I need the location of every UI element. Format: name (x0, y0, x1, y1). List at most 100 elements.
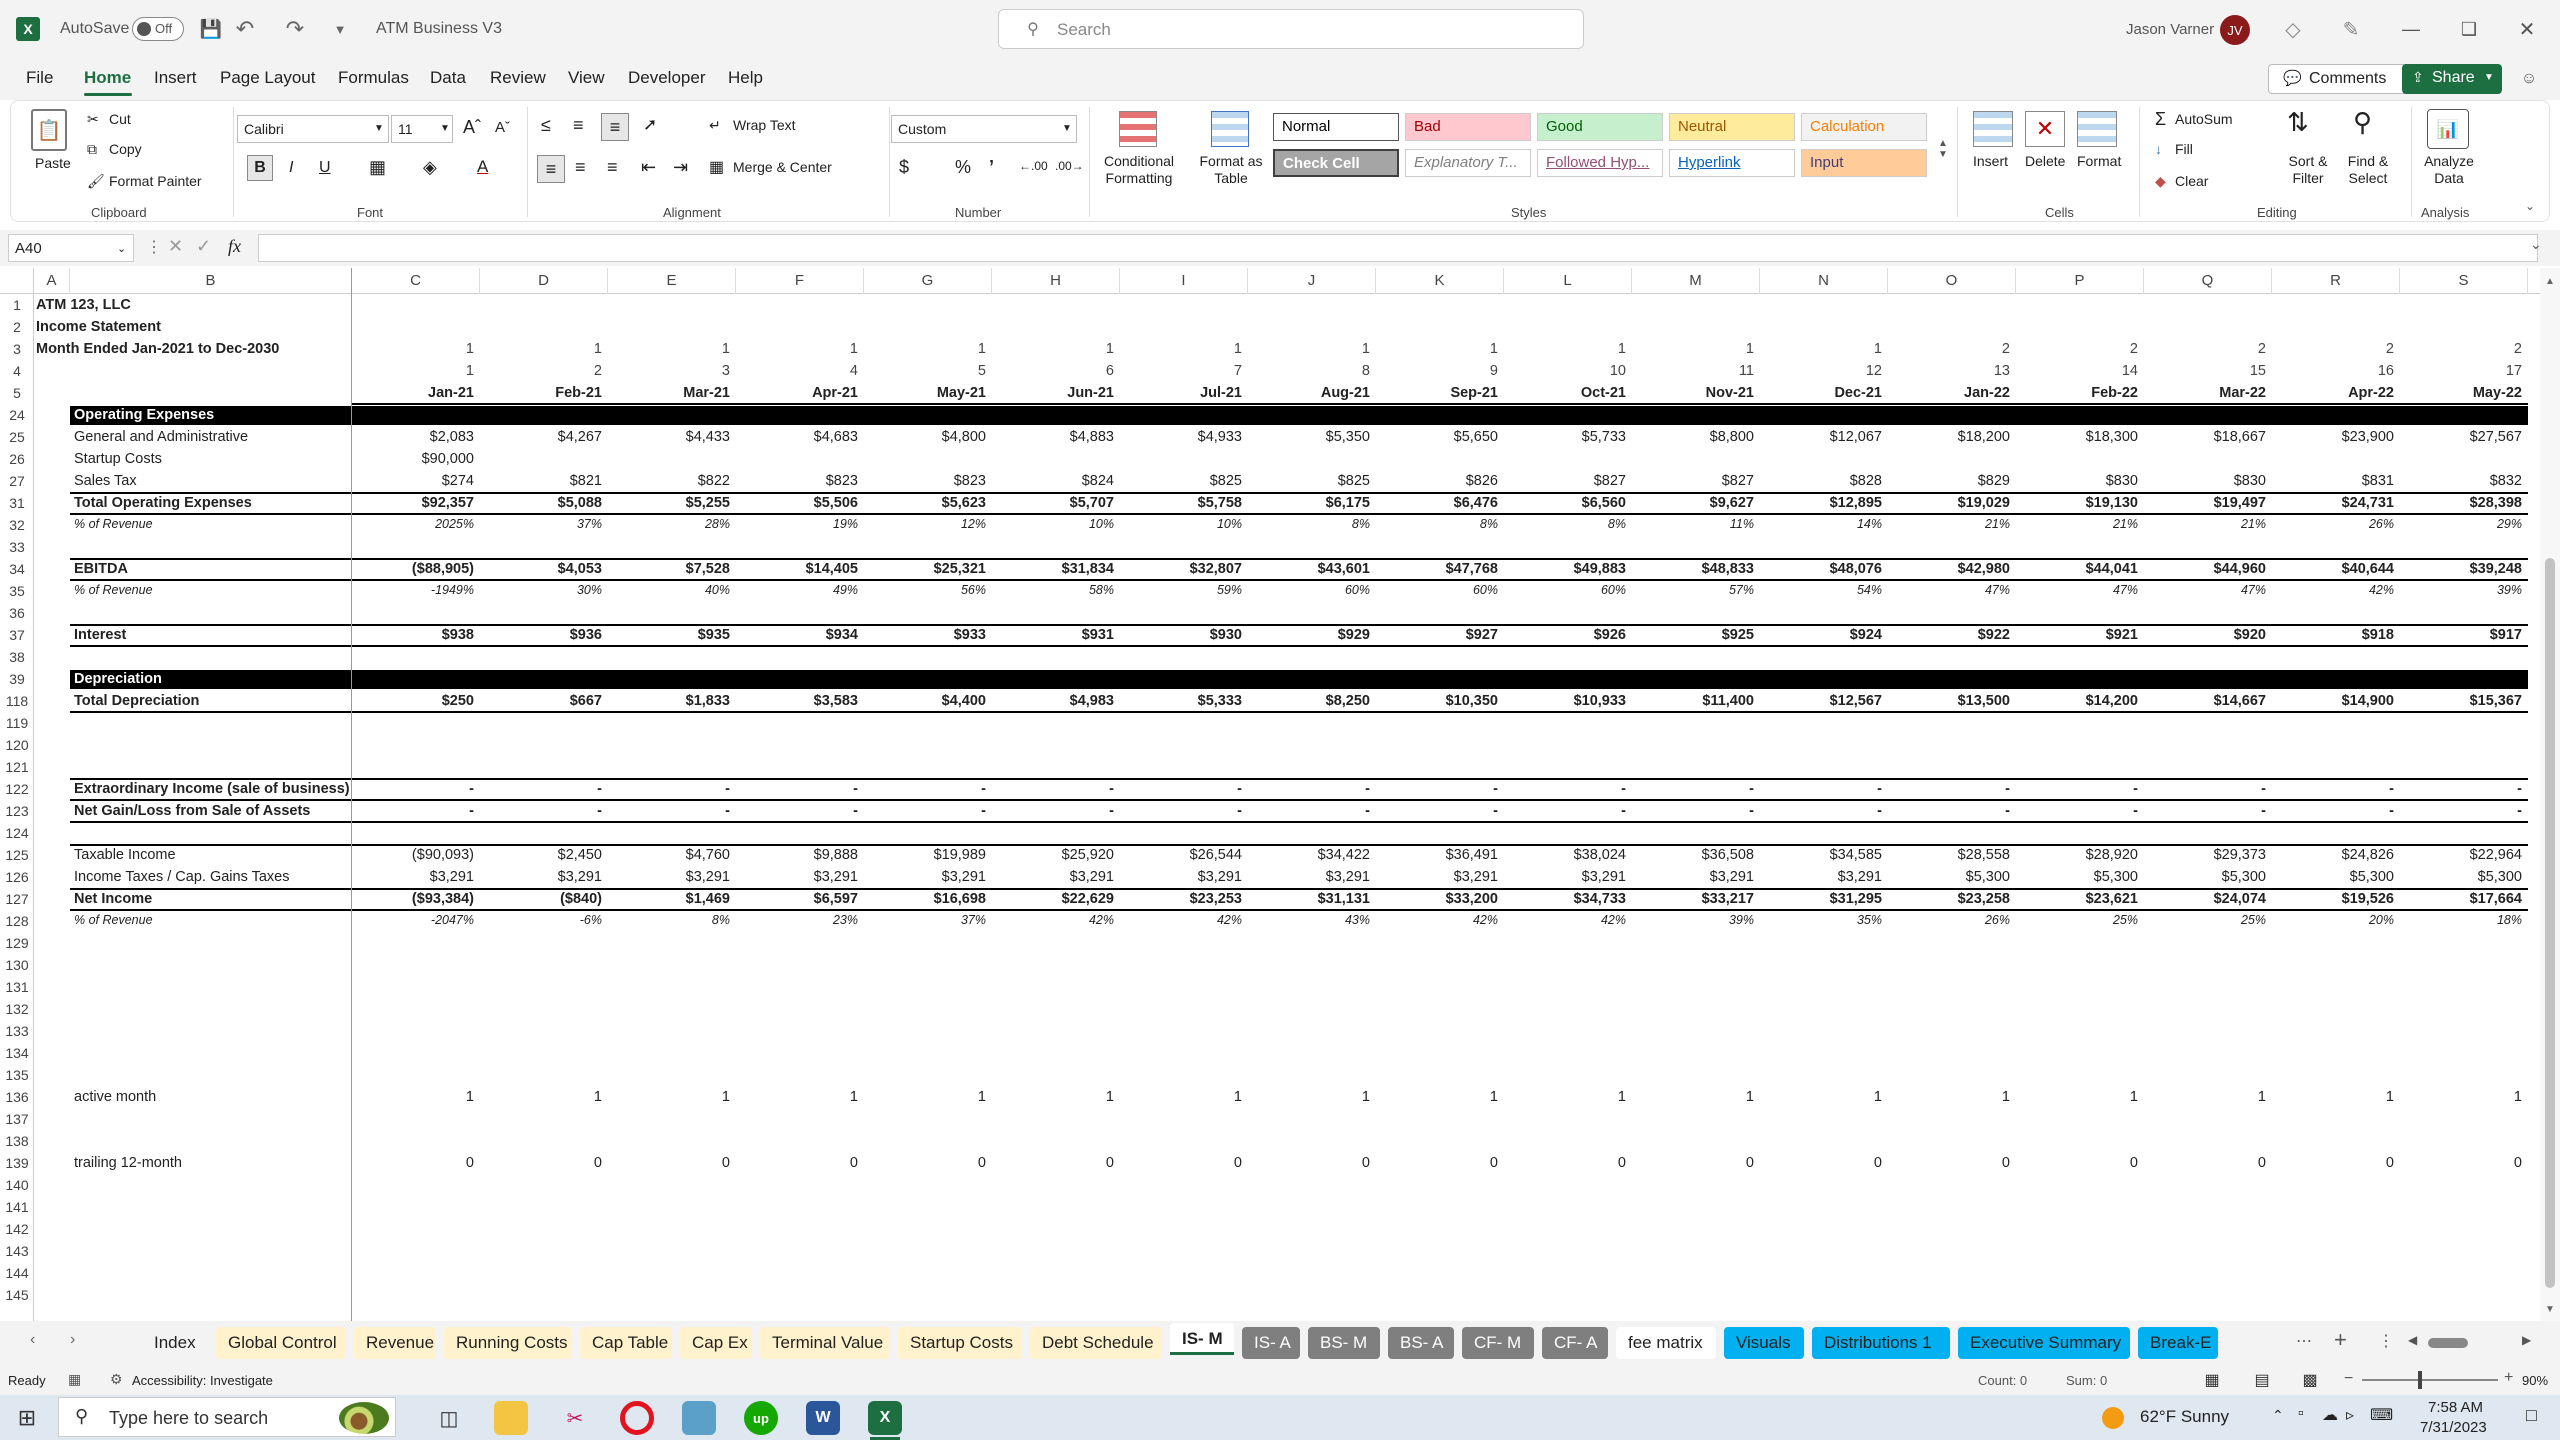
table-cell[interactable]: $16,698 (864, 891, 986, 907)
table-cell[interactable]: 58% (992, 583, 1114, 597)
table-cell[interactable]: Jul-21 (1120, 385, 1242, 401)
row-number[interactable]: 39 (0, 671, 34, 687)
table-cell[interactable]: 0 (2400, 1155, 2522, 1171)
tab-visuals[interactable]: Visuals (1724, 1327, 1804, 1359)
table-cell[interactable]: $5,350 (1248, 429, 1370, 445)
table-cell[interactable]: - (352, 781, 474, 797)
table-cell[interactable]: $18,300 (2016, 429, 2138, 445)
network-icon[interactable]: ▫ (2298, 1405, 2304, 1423)
table-cell[interactable]: $44,041 (2016, 561, 2138, 577)
table-cell[interactable]: $10,933 (1504, 693, 1626, 709)
row-number[interactable]: 135 (0, 1067, 34, 1083)
scroll-up-icon[interactable]: ▲ (2545, 276, 2555, 287)
sheet-options-icon[interactable]: ⋮ (2378, 1331, 2394, 1351)
row-label[interactable]: Total Operating Expenses (74, 495, 252, 511)
table-cell[interactable]: 14% (1760, 517, 1882, 531)
table-cell[interactable]: Oct-21 (1504, 385, 1626, 401)
table-cell[interactable]: Apr-22 (2272, 385, 2394, 401)
format-cells-button[interactable]: Format (2077, 153, 2121, 169)
table-cell[interactable]: Feb-22 (2016, 385, 2138, 401)
row-number[interactable]: 5 (0, 385, 34, 401)
table-cell[interactable]: 26% (1888, 913, 2010, 927)
table-cell[interactable]: $4,883 (992, 429, 1114, 445)
table-cell[interactable]: 1 (1888, 1089, 2010, 1105)
table-cell[interactable]: $1,833 (608, 693, 730, 709)
table-cell[interactable]: $36,508 (1632, 847, 1754, 863)
table-cell[interactable]: 6 (992, 363, 1114, 379)
table-cell[interactable]: 1 (1504, 1089, 1626, 1105)
table-cell[interactable]: 8% (1248, 517, 1370, 531)
table-cell[interactable]: 1 (352, 341, 474, 357)
table-cell[interactable]: $19,526 (2272, 891, 2394, 907)
menu-data[interactable]: Data (430, 68, 466, 88)
row-number[interactable]: 24 (0, 407, 34, 423)
cell-style-option[interactable]: Followed Hyp... (1537, 149, 1663, 177)
table-cell[interactable]: Sep-21 (1376, 385, 1498, 401)
row-number[interactable]: 140 (0, 1177, 34, 1193)
table-cell[interactable]: 1 (1376, 341, 1498, 357)
table-cell[interactable]: $3,291 (736, 869, 858, 885)
table-cell[interactable]: $36,491 (1376, 847, 1498, 863)
menu-review[interactable]: Review (490, 68, 546, 88)
delete-cells-button[interactable]: Delete (2025, 153, 2065, 169)
table-cell[interactable]: 29% (2400, 517, 2522, 531)
align-center-icon[interactable]: ≡ (575, 157, 586, 178)
fill-icon[interactable]: ↓ (2155, 141, 2162, 157)
table-cell[interactable]: 42% (1504, 913, 1626, 927)
table-cell[interactable]: $14,200 (2016, 693, 2138, 709)
row-number[interactable]: 143 (0, 1243, 34, 1259)
row-label[interactable]: Extraordinary Income (sale of business) (74, 781, 350, 797)
zoom-in-icon[interactable]: + (2504, 1369, 2513, 1387)
table-cell[interactable]: 18% (2400, 913, 2522, 927)
taskbar-search-box[interactable]: ⚲ Type here to search (58, 1397, 396, 1437)
table-cell[interactable]: 42% (992, 913, 1114, 927)
macro-icon[interactable]: ▦ (68, 1371, 81, 1388)
table-cell[interactable]: $8,800 (1632, 429, 1754, 445)
table-cell[interactable]: $3,291 (1632, 869, 1754, 885)
add-sheet-icon[interactable]: + (2334, 1327, 2347, 1353)
table-cell[interactable]: 1 (1376, 1089, 1498, 1105)
windows-start-icon[interactable]: ⊞ (14, 1405, 40, 1431)
table-cell[interactable]: $39,248 (2400, 561, 2522, 577)
table-cell[interactable]: 1 (1504, 341, 1626, 357)
table-cell[interactable]: - (2144, 803, 2266, 819)
table-cell[interactable]: $4,983 (992, 693, 1114, 709)
table-cell[interactable]: 7 (1120, 363, 1242, 379)
table-cell[interactable]: $33,200 (1376, 891, 1498, 907)
table-cell[interactable]: 0 (1376, 1155, 1498, 1171)
table-cell[interactable]: $22,964 (2400, 847, 2522, 863)
table-cell[interactable]: - (992, 781, 1114, 797)
zoom-level[interactable]: 90% (2522, 1373, 2548, 1388)
format-painter-button[interactable]: Format Painter (109, 173, 202, 189)
row-number[interactable]: 31 (0, 495, 34, 511)
row-number[interactable]: 120 (0, 737, 34, 753)
vertical-scrollbar[interactable]: ▲ ▼ (2540, 268, 2560, 1321)
row-number[interactable]: 4 (0, 363, 34, 379)
table-cell[interactable]: $3,291 (864, 869, 986, 885)
row-number[interactable]: 26 (0, 451, 34, 467)
copy-button[interactable]: Copy (109, 141, 142, 157)
table-cell[interactable]: - (1120, 803, 1242, 819)
table-cell[interactable]: $936 (480, 627, 602, 643)
table-cell[interactable]: 8% (608, 913, 730, 927)
table-cell[interactable]: $25,920 (992, 847, 1114, 863)
table-cell[interactable]: - (864, 781, 986, 797)
decrease-font-icon[interactable]: Aˇ (495, 119, 510, 136)
table-cell[interactable]: $92,357 (352, 495, 474, 511)
table-cell[interactable]: 25% (2016, 913, 2138, 927)
format-as-table-button[interactable]: Format as Table (1191, 153, 1271, 187)
table-cell[interactable]: 1 (1632, 341, 1754, 357)
table-cell[interactable]: 1 (2272, 1089, 2394, 1105)
table-cell[interactable]: 0 (1888, 1155, 2010, 1171)
row-number[interactable]: 134 (0, 1045, 34, 1061)
menu-help[interactable]: Help (728, 68, 763, 88)
find-select-button[interactable]: Find & Select (2333, 153, 2403, 187)
column-header[interactable]: M (1632, 268, 1760, 294)
table-cell[interactable]: -2047% (352, 913, 474, 927)
insert-function-icon[interactable]: fx (228, 236, 241, 257)
table-cell[interactable]: $5,623 (864, 495, 986, 511)
table-cell[interactable]: $825 (1120, 473, 1242, 489)
table-cell[interactable]: $4,433 (608, 429, 730, 445)
table-cell[interactable]: 0 (608, 1155, 730, 1171)
table-cell[interactable]: 8% (1504, 517, 1626, 531)
